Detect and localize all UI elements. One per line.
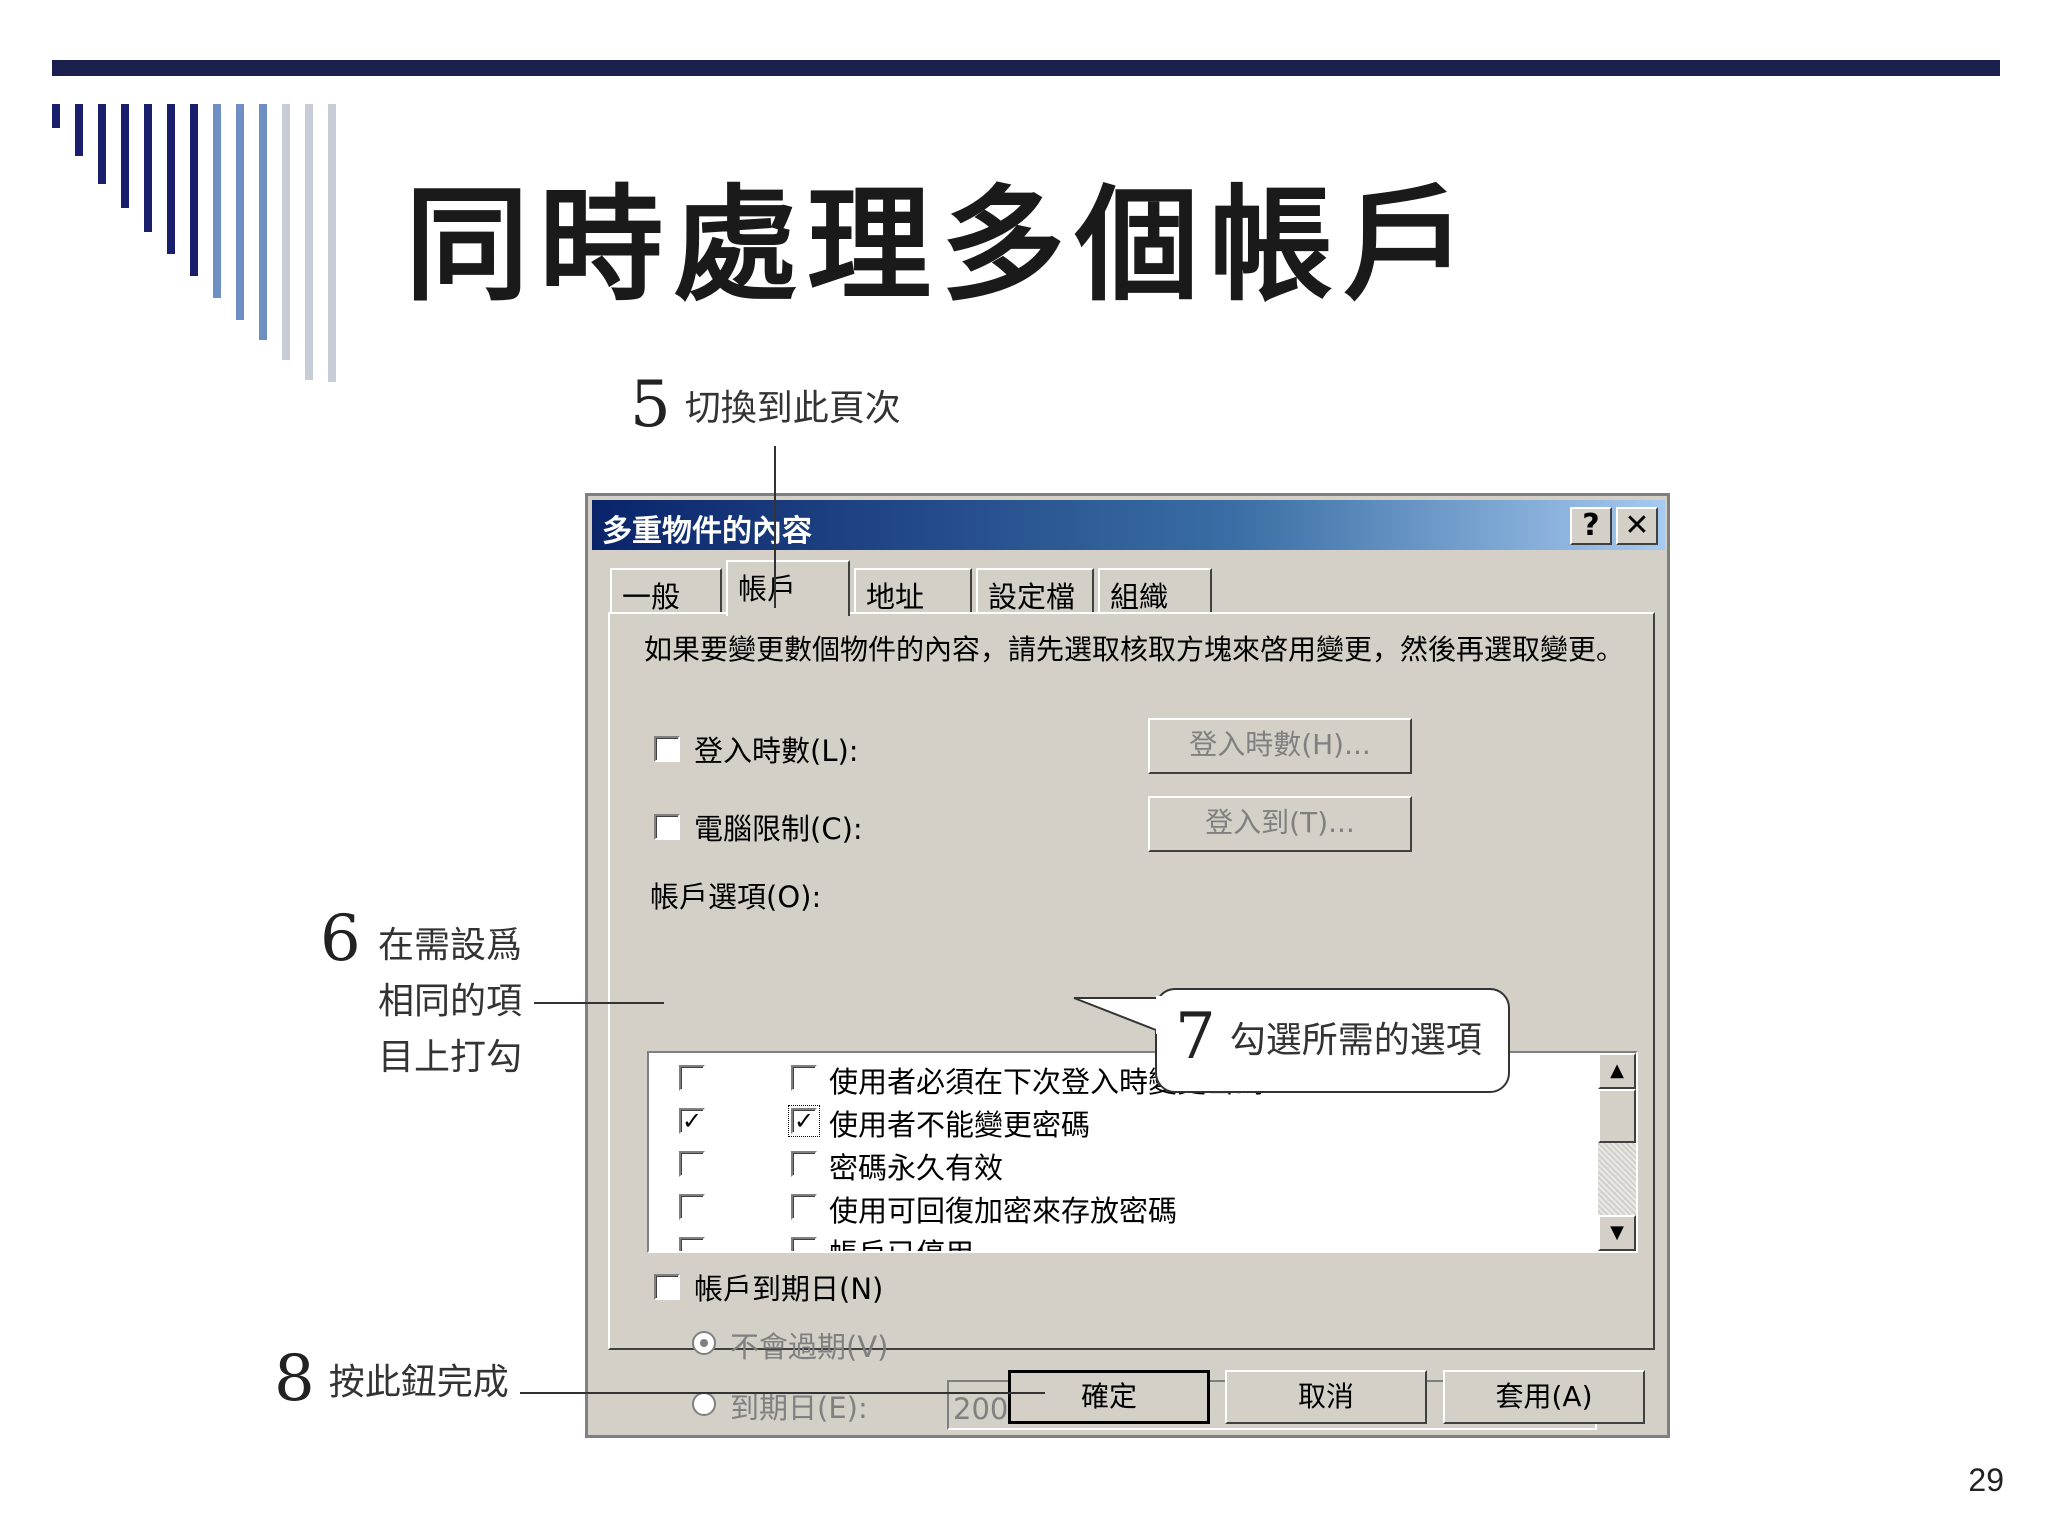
deco-stripe xyxy=(259,104,267,340)
tab-panel: 如果要變更數個物件的內容，請先選取核取方塊來啓用變更，然後再選取變更。 登入時數… xyxy=(608,612,1655,1430)
deco-stripe xyxy=(236,104,244,320)
enable-checkbox[interactable] xyxy=(679,1237,705,1251)
option-label: 使用者不能變更密碼 xyxy=(829,1108,1091,1142)
option-label: 帳戶已停用 xyxy=(829,1231,974,1251)
callout-line: 相同的項 xyxy=(378,981,523,1022)
logon-hours-label: 登入時數(L): xyxy=(694,734,859,768)
deco-stripe xyxy=(75,104,83,156)
callout-5: 5 切換到此頁次 xyxy=(630,368,901,442)
deco-stripe xyxy=(52,104,60,128)
enable-checkbox[interactable] xyxy=(679,1151,705,1177)
computer-restrict-label: 電腦限制(C): xyxy=(694,812,863,846)
callout-line: 在需設爲 xyxy=(378,925,523,966)
deco-stripe xyxy=(98,104,106,184)
list-item[interactable]: 使用可回復加密來存放密碼 xyxy=(649,1190,1589,1230)
option-checkbox[interactable] xyxy=(791,1151,817,1177)
callout-6-text: 在需設爲 相同的項 目上打勾 xyxy=(378,918,522,1086)
description-text: 如果要變更數個物件的內容，請先選取核取方塊來啓用變更，然後再選取變更。 xyxy=(644,633,1625,666)
callout-5-leader xyxy=(774,446,776,608)
callout-number: 7 xyxy=(1175,1000,1216,1074)
account-expires-label: 帳戶到期日(N) xyxy=(694,1272,884,1306)
callout-8-leader xyxy=(520,1392,1045,1394)
option-label: 使用可回復加密來存放密碼 xyxy=(829,1194,1178,1228)
dialog-title: 多重物件的內容 xyxy=(602,514,812,549)
callout-7: 7 勾選所需的選項 xyxy=(1175,1000,1482,1074)
callout-text: 按此鈕完成 xyxy=(328,1362,509,1403)
account-options-label: 帳戶選項(O): xyxy=(650,880,822,914)
deco-stripe xyxy=(121,104,129,208)
tab-account[interactable]: 帳戶 xyxy=(726,560,850,616)
enable-checkbox[interactable] xyxy=(679,1194,705,1220)
deco-stripe xyxy=(144,104,152,232)
callout-8: 8 按此鈕完成 xyxy=(274,1342,509,1416)
properties-dialog: 多重物件的內容 ? ✕ 一般 帳戶 地址 設定檔 組織 如果要變更數個物件的內容… xyxy=(585,493,1670,1438)
tab-label: 一般 xyxy=(622,580,681,614)
option-label: 密碼永久有效 xyxy=(829,1151,1004,1185)
logon-hours-checkbox[interactable] xyxy=(654,736,680,762)
deco-stripe xyxy=(167,104,175,254)
list-item[interactable]: 帳戶已停用 xyxy=(649,1231,1589,1251)
callout-7-pointer xyxy=(1073,996,1162,1034)
option-checkbox[interactable] xyxy=(791,1065,817,1091)
deco-stripe xyxy=(328,104,336,382)
list-item[interactable]: 密碼永久有效 xyxy=(649,1147,1589,1187)
callout-number: 8 xyxy=(274,1342,315,1416)
enable-checkbox[interactable] xyxy=(679,1065,705,1091)
close-button[interactable]: ✕ xyxy=(1616,507,1658,545)
tab-label: 組織 xyxy=(1110,580,1169,614)
callout-number: 6 xyxy=(320,902,361,976)
scroll-thumb[interactable] xyxy=(1598,1089,1636,1143)
callout-text: 勾選所需的選項 xyxy=(1229,1020,1482,1061)
tab-label: 帳戶 xyxy=(738,572,797,606)
help-button[interactable]: ? xyxy=(1570,507,1612,545)
option-checkbox[interactable]: ✓ xyxy=(788,1105,820,1137)
deco-stripe xyxy=(213,104,221,298)
tab-organization[interactable]: 組織 xyxy=(1098,568,1212,614)
tab-label: 設定檔 xyxy=(988,580,1076,614)
account-expires-checkbox[interactable] xyxy=(654,1274,680,1300)
logon-to-button[interactable]: 登入到(T)... xyxy=(1148,796,1412,852)
list-item[interactable]: ✓ ✓ 使用者不能變更密碼 xyxy=(649,1104,1589,1144)
tab-address[interactable]: 地址 xyxy=(854,568,972,614)
tab-label: 地址 xyxy=(866,580,925,614)
callout-text: 切換到此頁次 xyxy=(684,388,901,429)
page-number: 29 xyxy=(1968,1462,2004,1498)
title-bar[interactable]: 多重物件的內容 ? ✕ xyxy=(592,500,1665,550)
top-rule xyxy=(52,60,2000,76)
cancel-button[interactable]: 取消 xyxy=(1225,1370,1427,1424)
expires-on-radio[interactable] xyxy=(692,1392,716,1416)
computer-restrict-checkbox[interactable] xyxy=(654,814,680,840)
enable-checkbox[interactable]: ✓ xyxy=(679,1108,705,1134)
callout-6-leader xyxy=(534,1002,664,1004)
scroll-down-button[interactable]: ▼ xyxy=(1598,1215,1636,1251)
ok-button[interactable]: 確定 xyxy=(1008,1370,1210,1424)
option-checkbox[interactable] xyxy=(791,1194,817,1220)
logon-hours-button[interactable]: 登入時數(H)... xyxy=(1148,718,1412,774)
scroll-track[interactable] xyxy=(1598,1143,1636,1215)
apply-button[interactable]: 套用(A) xyxy=(1443,1370,1645,1424)
deco-stripe xyxy=(282,104,290,360)
deco-stripe xyxy=(190,104,198,276)
never-expires-radio[interactable] xyxy=(692,1331,716,1355)
tab-general[interactable]: 一般 xyxy=(610,568,722,614)
callout-6-number: 6 xyxy=(320,902,361,976)
tab-profile[interactable]: 設定檔 xyxy=(976,568,1094,614)
deco-stripe xyxy=(305,104,313,380)
option-checkbox[interactable] xyxy=(791,1237,817,1251)
callout-number: 5 xyxy=(630,368,671,442)
slide-title: 同時處理多個帳戶 xyxy=(405,174,1478,318)
scroll-up-button[interactable]: ▲ xyxy=(1598,1053,1636,1089)
never-expires-label: 不會過期(V) xyxy=(730,1330,889,1364)
callout-line: 目上打勾 xyxy=(378,1037,523,1078)
callout-7-bubble: 7 勾選所需的選項 xyxy=(1155,988,1510,1093)
